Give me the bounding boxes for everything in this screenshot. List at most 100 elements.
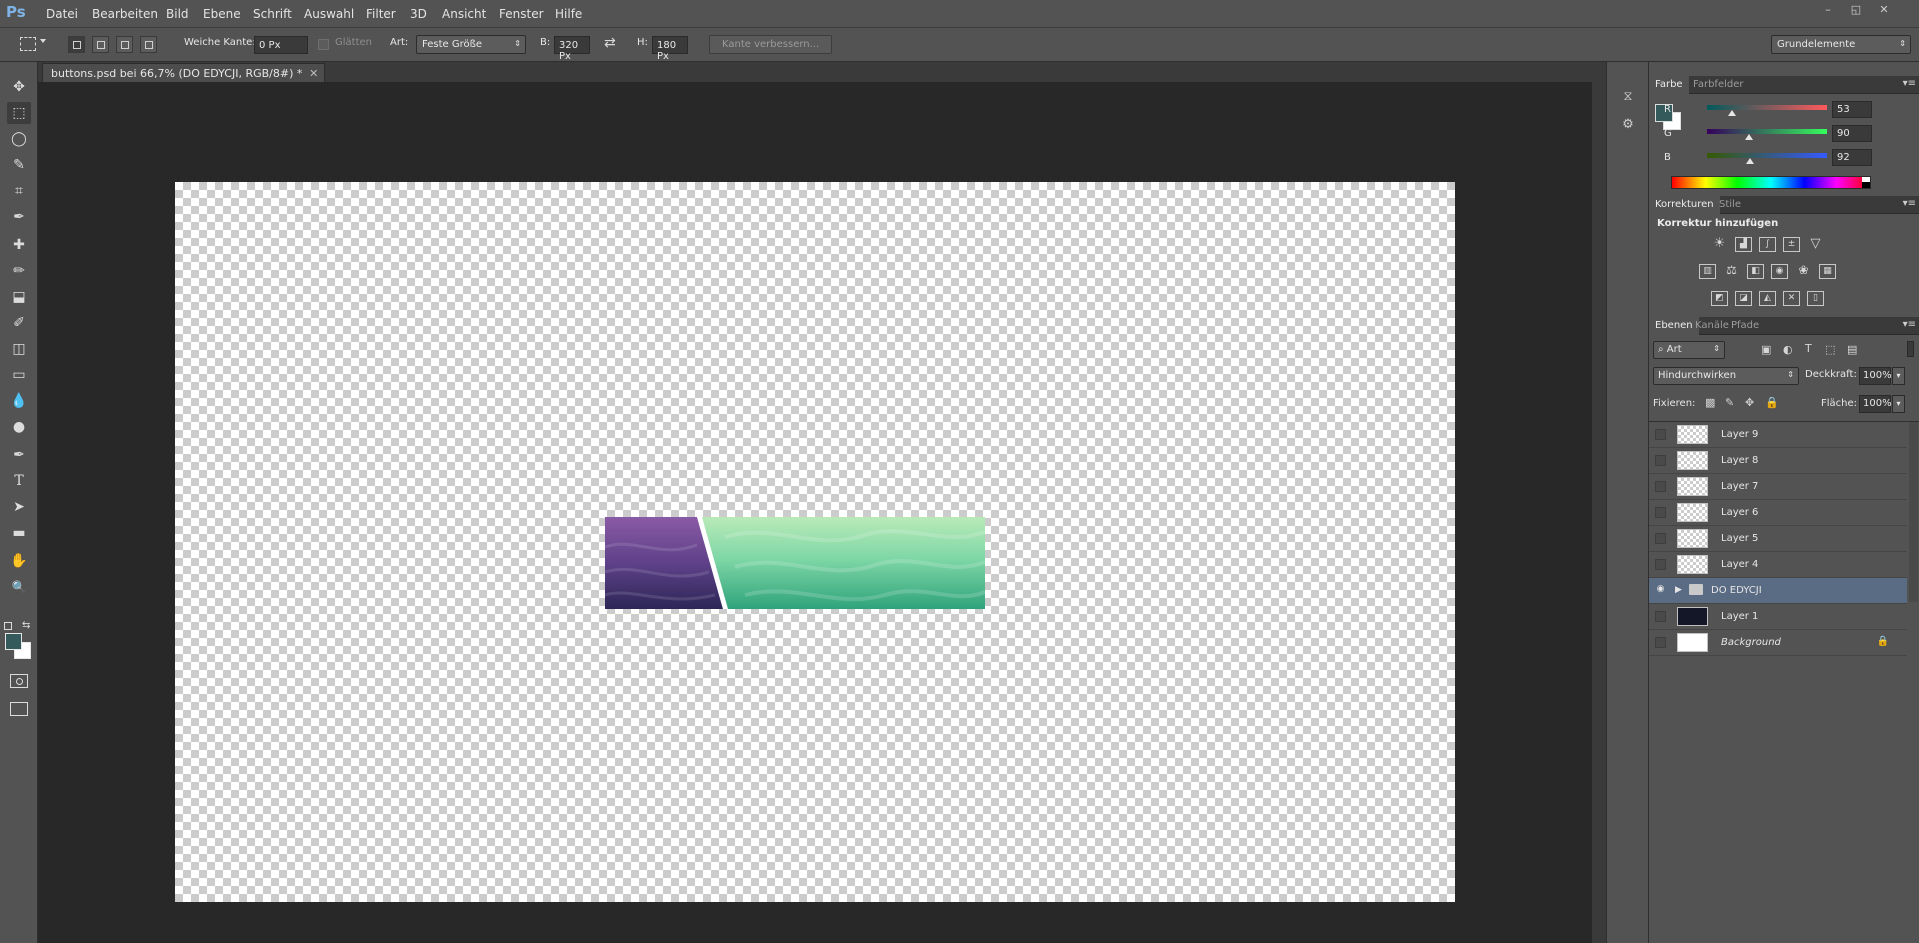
panel-menu-icon[interactable]: ▾≡ [1903, 78, 1916, 89]
expand-group-icon[interactable]: ▶ [1675, 585, 1682, 595]
menu-ansicht[interactable]: Ansicht [442, 7, 486, 21]
lasso-tool-icon[interactable]: ◯ [7, 128, 31, 150]
default-colors-icon[interactable] [4, 622, 12, 630]
menu-3d[interactable]: 3D [410, 7, 427, 21]
style-select[interactable]: Feste Größe ⇕ [416, 35, 526, 54]
shape-tool-icon[interactable]: ▬ [7, 522, 31, 544]
quick-select-tool-icon[interactable]: ✎ [7, 154, 31, 176]
hand-tool-icon[interactable]: ✋ [7, 550, 31, 572]
gradient-map-icon[interactable]: ✕ [1783, 291, 1800, 306]
filter-smart-object-icon[interactable]: ▤ [1847, 343, 1857, 356]
marquee-tool-icon[interactable]: ⬚ [7, 102, 31, 124]
opacity-input[interactable]: 100% [1859, 367, 1892, 385]
blue-value-input[interactable]: 92 [1832, 149, 1872, 166]
clone-stamp-tool-icon[interactable]: ⬓ [7, 286, 31, 308]
screen-mode-icon[interactable] [10, 702, 28, 716]
canvas-workspace[interactable] [38, 82, 1606, 943]
hue-saturation-icon[interactable]: ▥ [1699, 264, 1716, 279]
blur-tool-icon[interactable]: 💧 [7, 390, 31, 412]
foreground-color-swatch[interactable] [5, 633, 22, 650]
blue-slider-track[interactable] [1707, 153, 1827, 158]
menu-filter[interactable]: Filter [366, 7, 396, 21]
height-input[interactable]: 180 Px [652, 36, 688, 62]
tab-pfade[interactable]: Pfade [1725, 317, 1765, 335]
pen-tool-icon[interactable]: ✒ [7, 444, 31, 466]
lock-all-icon[interactable]: 🔒 [1765, 396, 1779, 409]
lock-position-icon[interactable]: ✥ [1745, 396, 1754, 409]
gradient-tool-icon[interactable]: ▭ [7, 364, 31, 386]
levels-icon[interactable]: ▟ [1735, 237, 1752, 252]
brush-tool-icon[interactable]: ✏ [7, 260, 31, 282]
menu-bild[interactable]: Bild [166, 7, 189, 21]
color-lookup-icon[interactable]: ▦ [1819, 264, 1836, 279]
history-panel-icon[interactable]: ⧖ [1617, 86, 1639, 108]
menu-hilfe[interactable]: Hilfe [555, 7, 582, 21]
menu-ebene[interactable]: Ebene [203, 7, 241, 21]
red-slider-thumb[interactable] [1727, 110, 1736, 116]
new-selection-icon[interactable] [68, 36, 85, 53]
crop-tool-icon[interactable]: ⌗ [7, 180, 31, 202]
dodge-tool-icon[interactable]: ● [7, 416, 31, 438]
eyedropper-tool-icon[interactable]: ✒ [7, 206, 31, 228]
menu-datei[interactable]: Datei [46, 7, 78, 21]
tab-stile[interactable]: Stile [1713, 196, 1747, 214]
type-tool-icon[interactable]: T [7, 470, 31, 492]
visibility-eye-icon[interactable]: ◉ [1655, 585, 1666, 596]
quick-mask-icon[interactable] [10, 674, 28, 688]
visibility-eye-icon[interactable] [1655, 429, 1666, 440]
layer-row[interactable]: Layer 8 [1649, 448, 1907, 474]
lock-transparency-icon[interactable]: ▩ [1705, 396, 1715, 409]
green-slider-track[interactable] [1707, 129, 1827, 134]
restore-icon[interactable]: ◱ [1848, 3, 1864, 16]
filter-type-icon[interactable]: T [1805, 342, 1812, 355]
filter-toggle[interactable] [1907, 341, 1914, 357]
vibrance-icon[interactable]: ▽ [1807, 237, 1824, 252]
zoom-tool-icon[interactable]: 🔍 [7, 576, 31, 598]
channel-mixer-icon[interactable]: ❀ [1795, 264, 1812, 279]
visibility-eye-icon[interactable] [1655, 559, 1666, 570]
fill-dropdown-icon[interactable]: ▾ [1892, 395, 1905, 413]
tab-farbe[interactable]: Farbe [1649, 76, 1689, 94]
blue-slider-thumb[interactable] [1746, 158, 1755, 164]
workspace-select[interactable]: Grundelemente ⇕ [1771, 35, 1911, 54]
path-select-tool-icon[interactable]: ➤ [7, 496, 31, 518]
color-balance-icon[interactable]: ⚖ [1723, 264, 1740, 279]
green-value-input[interactable]: 90 [1832, 125, 1872, 142]
close-tab-icon[interactable]: ✕ [309, 67, 318, 80]
fill-input[interactable]: 100% [1859, 395, 1892, 413]
layer-filter-select[interactable]: ⌕ Art ⇕ [1653, 341, 1725, 359]
filter-pixel-icon[interactable]: ▣ [1761, 343, 1771, 356]
feather-input[interactable]: 0 Px [254, 36, 308, 54]
subtract-selection-icon[interactable] [116, 36, 133, 53]
threshold-icon[interactable]: ◭ [1759, 291, 1776, 306]
panel-menu-icon[interactable]: ▾≡ [1903, 319, 1916, 330]
minimize-icon[interactable]: – [1820, 3, 1836, 16]
vertical-scrollbar[interactable] [1592, 82, 1606, 943]
layer-row[interactable]: Layer 5 [1649, 526, 1907, 552]
blend-mode-select[interactable]: Hindurchwirken ⇕ [1653, 367, 1799, 385]
lock-pixels-icon[interactable]: ✎ [1725, 396, 1734, 409]
tab-farbfelder[interactable]: Farbfelder [1687, 76, 1749, 94]
visibility-eye-icon[interactable] [1655, 455, 1666, 466]
layer-row[interactable]: Layer 7 [1649, 474, 1907, 500]
menu-fenster[interactable]: Fenster [499, 7, 544, 21]
history-brush-tool-icon[interactable]: ✐ [7, 312, 31, 334]
refine-edge-button[interactable]: Kante verbessern... [709, 35, 833, 54]
visibility-eye-icon[interactable] [1655, 481, 1666, 492]
properties-panel-icon[interactable]: ⚙ [1617, 114, 1639, 136]
red-slider-track[interactable] [1707, 105, 1827, 110]
layer-row[interactable]: Layer 4 [1649, 552, 1907, 578]
visibility-eye-icon[interactable] [1655, 533, 1666, 544]
green-slider-thumb[interactable] [1745, 134, 1754, 140]
menu-schrift[interactable]: Schrift [253, 7, 292, 21]
red-value-input[interactable]: 53 [1832, 101, 1872, 118]
move-tool-icon[interactable]: ✥ [7, 76, 31, 98]
add-selection-icon[interactable] [92, 36, 109, 53]
panel-menu-icon[interactable]: ▾≡ [1903, 198, 1916, 209]
visibility-eye-icon[interactable] [1655, 507, 1666, 518]
visibility-eye-icon[interactable] [1655, 611, 1666, 622]
layer-row[interactable]: ◉ ▶ DO EDYCJI [1649, 578, 1907, 604]
exposure-icon[interactable]: ± [1783, 237, 1800, 252]
filter-adjustment-icon[interactable]: ◐ [1783, 343, 1793, 356]
opacity-dropdown-icon[interactable]: ▾ [1892, 367, 1905, 385]
